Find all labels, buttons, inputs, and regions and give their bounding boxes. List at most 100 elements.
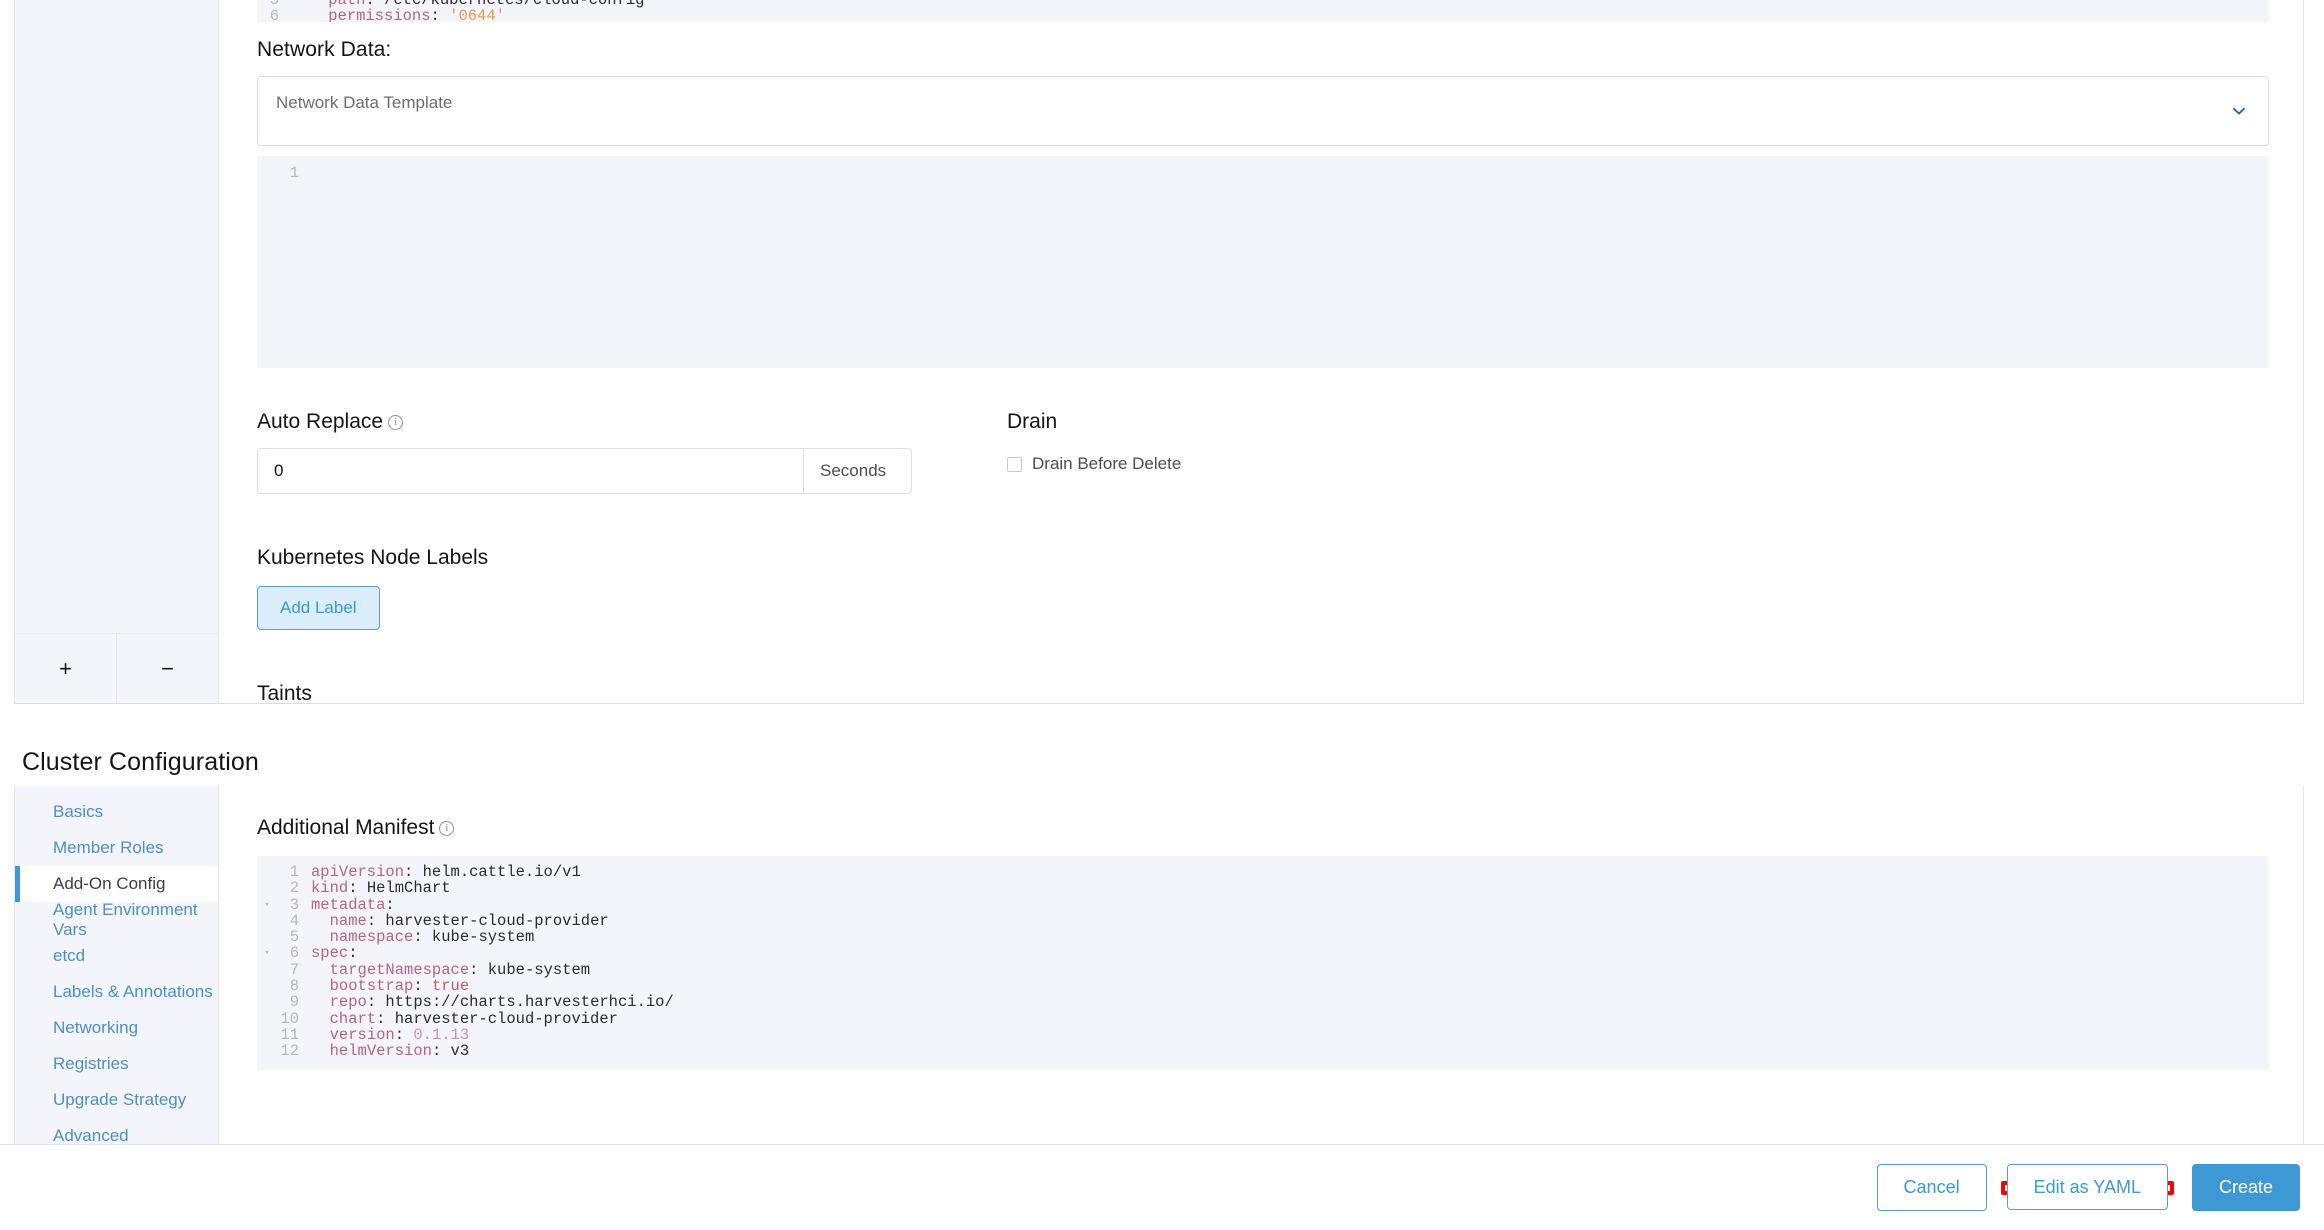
- code-line-text: helmVersion: v3: [329, 1042, 470, 1061]
- info-icon[interactable]: i: [439, 821, 455, 836]
- cc-tab-member-roles[interactable]: Member Roles: [15, 830, 218, 866]
- code-line-text: permissions: '0644': [328, 7, 505, 22]
- add-on-config-pane: Additional Manifest i 1 apiVersion: helm.c…: [219, 786, 2303, 1155]
- drain-group: Drain Drain Before Delete: [937, 410, 2269, 494]
- node-pool-form: 5 path: /etc/kubernetes/cloud-config 6 pe…: [219, 0, 2303, 703]
- code-line-number: 12: [280, 1042, 299, 1061]
- checkbox-box-icon: [1007, 456, 1022, 472]
- code-line: 8 bootstrap: true: [257, 977, 2269, 996]
- add-node-pool-button[interactable]: +: [15, 634, 117, 703]
- code-fold-toggle-icon[interactable]: ▾: [257, 897, 277, 913]
- auto-replace-input-row: Seconds: [257, 448, 912, 494]
- code-fold-toggle-icon[interactable]: [257, 1011, 277, 1027]
- code-line: 9 repo: https://charts.harvesterhci.io/: [257, 993, 2269, 1012]
- code-line-text: chart: harvester-cloud-provider: [329, 1009, 618, 1028]
- code-line-number: 9: [289, 993, 299, 1012]
- remove-node-pool-button[interactable]: −: [117, 634, 218, 703]
- code-line-number: 7: [289, 960, 299, 979]
- code-line-number: 2: [289, 879, 299, 898]
- code-line-text: spec:: [311, 944, 358, 963]
- taints-label: Taints: [257, 682, 312, 703]
- auto-replace-drain-row: Auto Replace i Seconds Drain Drain Before…: [257, 410, 2269, 494]
- auto-replace-input[interactable]: [258, 449, 803, 493]
- edit-as-yaml-highlight: Edit as YAML: [2000, 1163, 2174, 1210]
- code-fold-toggle-icon[interactable]: [257, 929, 277, 945]
- auto-replace-unit: Seconds: [803, 449, 911, 493]
- code-line: 5 namespace: kube-system: [257, 928, 2269, 947]
- cloud-config-code-preview: 5 path: /etc/kubernetes/cloud-config 6 pe…: [257, 0, 2269, 22]
- code-line-text: apiVersion: helm.cattle.io/v1: [311, 863, 581, 881]
- code-fold-toggle-icon[interactable]: [257, 864, 277, 880]
- code-line-text: version: 0.1.13: [329, 1025, 470, 1044]
- create-button[interactable]: Create: [2191, 1164, 2300, 1211]
- network-data-template-value: Network Data Template: [276, 93, 453, 112]
- auto-replace-group: Auto Replace i Seconds: [257, 410, 937, 494]
- code-line-number: 4: [289, 911, 299, 930]
- code-fold-toggle-icon[interactable]: [257, 1043, 277, 1059]
- cc-tab-add-on-config[interactable]: Add-On Config: [15, 866, 218, 902]
- code-line: 2 kind: HelmChart: [257, 879, 2269, 898]
- code-line: ▾ 6 spec:: [257, 944, 2269, 963]
- code-line-number: 8: [289, 977, 299, 996]
- node-pool-tab-rail: + −: [15, 0, 219, 703]
- code-line-text: path: /etc/kubernetes/cloud-config: [328, 0, 645, 9]
- code-line-number: 11: [280, 1025, 299, 1044]
- code-fold-toggle-icon[interactable]: [257, 994, 277, 1010]
- code-line-text: targetNamespace: kube-system: [329, 960, 591, 979]
- editor-line-number: 1: [289, 164, 299, 182]
- network-data-template-select[interactable]: Network Data Template: [257, 76, 2269, 146]
- code-fold-toggle-icon[interactable]: [257, 978, 277, 994]
- code-line: 10 chart: harvester-cloud-provider: [257, 1009, 2269, 1028]
- code-line-text: name: harvester-cloud-provider: [329, 911, 609, 930]
- code-line-text: kind: HelmChart: [311, 879, 451, 898]
- node-pool-add-remove-controls: + −: [15, 633, 218, 703]
- editor-content: [311, 164, 2269, 182]
- code-fold-toggle-icon[interactable]: [257, 913, 277, 929]
- cc-tab-agent-environment-vars[interactable]: Agent Environment Vars: [15, 900, 218, 939]
- cc-tab-labels-annotations[interactable]: Labels & Annotations: [15, 974, 218, 1010]
- form-action-bar: Cancel Edit as YAML Create: [0, 1144, 2324, 1230]
- code-line-number: 1: [289, 863, 299, 881]
- code-line: 5 path: /etc/kubernetes/cloud-config: [257, 0, 2269, 8]
- code-fold-toggle-icon[interactable]: [257, 962, 277, 978]
- node-pool-panel: + − 5 path: /etc/kubernetes/cloud-config…: [14, 0, 2304, 704]
- network-data-label: Network Data:: [257, 38, 392, 61]
- cluster-configuration-panel: Basics Member Roles Add-On Config Agent Env…: [14, 786, 2304, 1156]
- code-line: ▾ 3 metadata:: [257, 895, 2269, 914]
- code-line: 11 version: 0.1.13: [257, 1025, 2269, 1044]
- code-line-number: 6: [269, 7, 279, 22]
- additional-manifest-editor[interactable]: 1 apiVersion: helm.cattle.io/v1 2 kind: Hel…: [257, 856, 2269, 1070]
- code-line: 12 helmVersion: v3: [257, 1042, 2269, 1061]
- code-line-text: namespace: kube-system: [329, 928, 535, 947]
- cancel-button[interactable]: Cancel: [1876, 1164, 1987, 1211]
- code-fold-toggle-icon[interactable]: [257, 880, 277, 896]
- auto-replace-label: Auto Replace: [257, 410, 384, 433]
- drain-before-delete-label: Drain Before Delete: [1032, 454, 1182, 473]
- code-line: 1 apiVersion: helm.cattle.io/v1: [257, 863, 2269, 881]
- cc-tab-networking[interactable]: Networking: [15, 1010, 218, 1046]
- cc-tab-basics[interactable]: Basics: [15, 794, 218, 830]
- cluster-configuration-title: Cluster Configuration: [22, 748, 259, 776]
- drain-label: Drain: [1007, 410, 1058, 433]
- node-labels-group: Kubernetes Node Labels Add Label: [257, 546, 2269, 630]
- add-label-button[interactable]: Add Label: [257, 586, 380, 630]
- network-data-editor[interactable]: 1: [257, 156, 2269, 368]
- code-line-number: 10: [280, 1009, 299, 1028]
- info-icon[interactable]: i: [388, 415, 404, 430]
- code-line-number: 6: [289, 944, 299, 963]
- cc-tab-etcd[interactable]: etcd: [15, 938, 218, 974]
- cc-tab-registries[interactable]: Registries: [15, 1046, 218, 1082]
- code-line-text: bootstrap: true: [329, 977, 470, 996]
- chevron-down-icon: [2230, 102, 2248, 120]
- edit-as-yaml-button[interactable]: Edit as YAML: [2006, 1163, 2168, 1210]
- code-line-number: 3: [289, 895, 299, 914]
- drain-before-delete-checkbox[interactable]: Drain Before Delete: [1007, 454, 2269, 474]
- code-fold-toggle-icon[interactable]: [257, 1027, 277, 1043]
- code-line: 7 targetNamespace: kube-system: [257, 960, 2269, 979]
- code-fold-toggle-icon[interactable]: ▾: [257, 945, 277, 961]
- code-line-number: 5: [289, 928, 299, 947]
- cc-tab-upgrade-strategy[interactable]: Upgrade Strategy: [15, 1082, 218, 1118]
- code-line-text: repo: https://charts.harvesterhci.io/: [329, 993, 674, 1012]
- taints-group: Taints Add Taint: [257, 682, 2269, 703]
- cluster-create-page: + − 5 path: /etc/kubernetes/cloud-config…: [0, 0, 2324, 1230]
